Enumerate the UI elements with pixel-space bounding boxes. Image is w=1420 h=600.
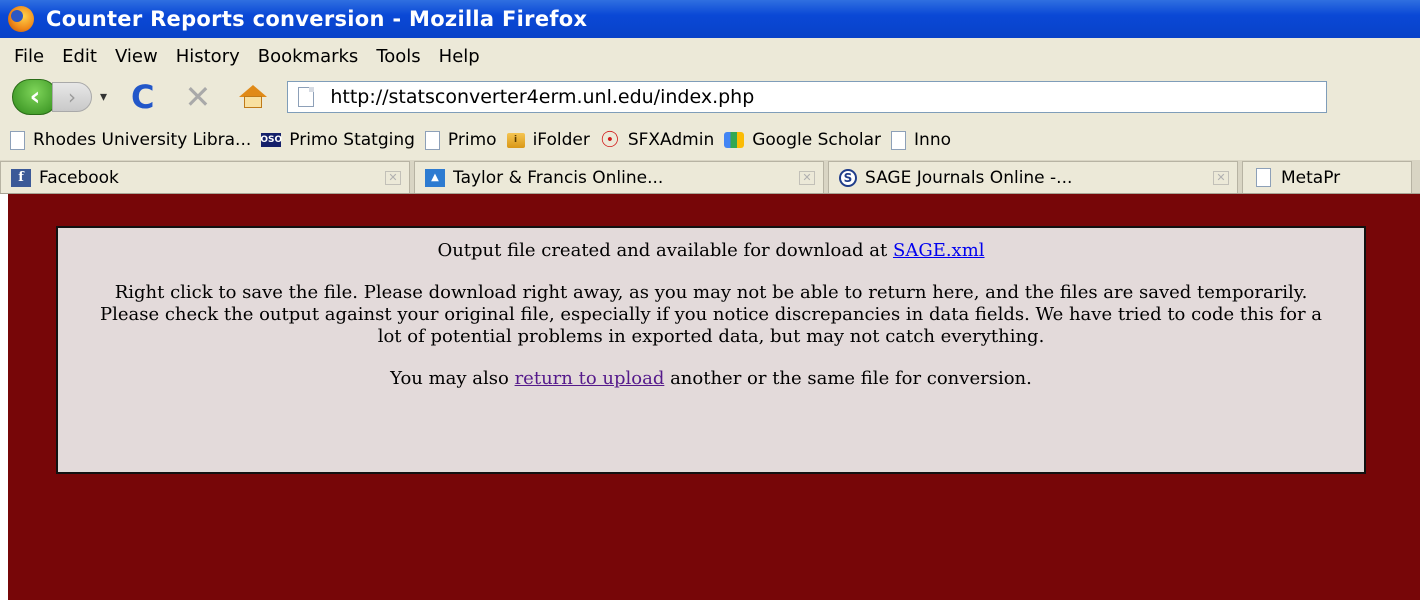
reload-icon: C bbox=[131, 78, 155, 116]
navigation-toolbar: ‹ › ▾ C ✕ http://statsconverter4erm.unl.… bbox=[0, 74, 1420, 120]
instructions-line-1: Right click to save the file. Please dow… bbox=[114, 282, 1308, 303]
window-left-edge bbox=[0, 194, 8, 600]
instructions-line-2: Please check the output against your ori… bbox=[99, 304, 1323, 347]
close-icon[interactable]: ✕ bbox=[1213, 170, 1229, 185]
page-icon bbox=[1253, 168, 1273, 187]
tab-label: Taylor & Francis Online... bbox=[453, 167, 664, 188]
bookmark-label: Rhodes University Libra... bbox=[33, 130, 252, 150]
bookmark-google-scholar[interactable]: Google Scholar bbox=[724, 130, 881, 150]
bookmark-rhodes[interactable]: Rhodes University Libra... bbox=[10, 130, 251, 150]
back-icon: ‹ bbox=[29, 82, 41, 112]
page-icon bbox=[298, 87, 315, 107]
download-link[interactable]: SAGE.xml bbox=[893, 240, 985, 261]
page-icon bbox=[891, 130, 907, 150]
menu-history[interactable]: History bbox=[176, 46, 240, 67]
forward-button[interactable]: › bbox=[52, 82, 92, 112]
firefox-icon bbox=[8, 6, 34, 32]
output-message: Output file created and available for do… bbox=[58, 240, 1364, 262]
menu-tools[interactable]: Tools bbox=[376, 46, 420, 67]
menu-view[interactable]: View bbox=[115, 46, 158, 67]
close-icon[interactable]: ✕ bbox=[385, 170, 401, 185]
reload-button[interactable]: C bbox=[131, 78, 154, 116]
return-message: You may also return to upload another or… bbox=[58, 368, 1364, 390]
tab-label: Facebook bbox=[39, 167, 119, 188]
forward-icon: › bbox=[68, 85, 76, 109]
bookmark-ifolder[interactable]: i iFolder bbox=[506, 130, 590, 150]
bookmark-label: iFolder bbox=[532, 130, 590, 150]
history-dropdown-button[interactable]: ▾ bbox=[100, 89, 107, 105]
bookmark-primo-statging[interactable]: OSO Primo Statging bbox=[260, 130, 415, 150]
taylor-francis-icon: ▲ bbox=[425, 168, 445, 187]
menu-bookmarks[interactable]: Bookmarks bbox=[258, 46, 359, 67]
dropdown-icon: ▾ bbox=[100, 89, 108, 105]
url-text[interactable]: http://statsconverter4erm.unl.edu/index.… bbox=[330, 86, 754, 108]
home-button[interactable] bbox=[239, 83, 268, 111]
address-bar[interactable]: http://statsconverter4erm.unl.edu/index.… bbox=[287, 81, 1328, 113]
output-message-text: Output file created and available for do… bbox=[437, 240, 893, 261]
return-suffix: another or the same file for conversion. bbox=[664, 368, 1032, 389]
stop-icon: ✕ bbox=[184, 78, 212, 116]
folder-icon: i bbox=[506, 132, 525, 148]
bookmark-label: Google Scholar bbox=[752, 130, 882, 150]
menu-edit[interactable]: Edit bbox=[62, 46, 97, 67]
close-icon[interactable]: ✕ bbox=[799, 170, 815, 185]
tab-label: MetaPr bbox=[1281, 167, 1341, 188]
menu-bar: File Edit View History Bookmarks Tools H… bbox=[0, 38, 1420, 74]
menu-help[interactable]: Help bbox=[439, 46, 480, 67]
sage-icon: S bbox=[839, 168, 857, 187]
return-prefix: You may also bbox=[390, 368, 515, 389]
tab-facebook[interactable]: f Facebook ✕ bbox=[0, 161, 410, 193]
sfx-icon: ☉ bbox=[599, 127, 620, 153]
bookmark-primo[interactable]: Primo bbox=[424, 130, 497, 150]
bookmarks-toolbar: Rhodes University Libra... OSO Primo Sta… bbox=[0, 120, 1420, 160]
tab-taylor-francis[interactable]: ▲ Taylor & Francis Online... ✕ bbox=[414, 161, 824, 193]
facebook-icon: f bbox=[11, 168, 31, 187]
instructions: Right click to save the file. Please dow… bbox=[58, 282, 1364, 348]
google-scholar-icon bbox=[724, 132, 745, 148]
bookmark-sfxadmin[interactable]: ☉ SFXAdmin bbox=[599, 127, 715, 153]
window-title: Counter Reports conversion - Mozilla Fir… bbox=[46, 7, 588, 31]
window-title-bar: Counter Reports conversion - Mozilla Fir… bbox=[0, 0, 1420, 38]
bookmark-label: Primo bbox=[447, 130, 497, 150]
bookmark-label: Primo Statging bbox=[289, 130, 415, 150]
bookmark-label: Inno bbox=[914, 130, 951, 150]
tab-sage-journals[interactable]: S SAGE Journals Online -... ✕ bbox=[828, 161, 1238, 193]
result-panel: Output file created and available for do… bbox=[56, 226, 1366, 474]
bookmark-label: SFXAdmin bbox=[627, 130, 715, 150]
oso-icon: OSO bbox=[260, 133, 283, 147]
page-content: Output file created and available for do… bbox=[0, 194, 1420, 600]
page-icon bbox=[10, 130, 25, 150]
return-to-upload-link[interactable]: return to upload bbox=[515, 368, 665, 389]
tab-bar: f Facebook ✕ ▲ Taylor & Francis Online..… bbox=[0, 160, 1420, 194]
menu-file[interactable]: File bbox=[14, 46, 44, 67]
page-icon bbox=[424, 130, 440, 150]
tab-metapress[interactable]: MetaPr bbox=[1242, 161, 1412, 193]
bookmark-inno[interactable]: Inno bbox=[891, 130, 951, 150]
tab-label: SAGE Journals Online -... bbox=[865, 167, 1073, 188]
stop-button[interactable]: ✕ bbox=[185, 78, 212, 116]
